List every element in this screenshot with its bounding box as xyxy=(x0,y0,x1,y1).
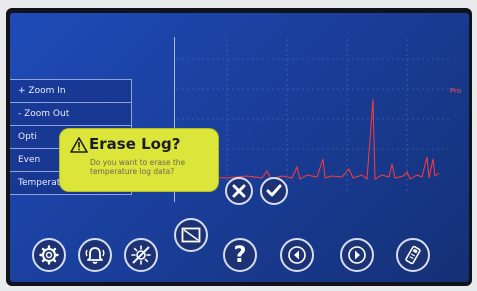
zoom-in-button[interactable]: + Zoom In xyxy=(10,79,132,102)
warning-icon xyxy=(70,137,88,157)
cancel-button[interactable] xyxy=(225,177,253,205)
alarm-off-button[interactable] xyxy=(124,238,158,272)
next-button[interactable] xyxy=(340,238,374,272)
usb-export-button[interactable] xyxy=(396,238,430,272)
display-button[interactable] xyxy=(174,218,208,252)
usb-export-icon xyxy=(404,245,422,265)
previous-button[interactable] xyxy=(280,238,314,272)
alarm-bell-icon xyxy=(84,245,106,265)
display-icon xyxy=(181,227,201,243)
help-button[interactable]: ? xyxy=(223,238,257,272)
settings-button[interactable] xyxy=(32,238,66,272)
alarm-off-icon xyxy=(130,244,152,266)
alarm-button[interactable] xyxy=(78,238,112,272)
dialog-title: Erase Log? xyxy=(89,135,181,153)
settings-icon xyxy=(39,245,59,265)
help-icon: ? xyxy=(233,242,247,268)
close-icon xyxy=(232,184,246,198)
dialog-message: Do you want to erase the temperature log… xyxy=(90,158,186,176)
previous-icon xyxy=(288,246,306,264)
erase-log-dialog: Erase Log? Do you want to erase the temp… xyxy=(60,129,218,191)
next-icon xyxy=(348,246,366,264)
series-label: Pro xyxy=(449,87,461,95)
confirm-button[interactable] xyxy=(260,177,288,205)
check-icon xyxy=(266,184,282,198)
zoom-out-button[interactable]: - Zoom Out xyxy=(10,102,132,125)
screen: Pro + Zoom In - Zoom Out Opti Even Tempe… xyxy=(10,13,469,282)
